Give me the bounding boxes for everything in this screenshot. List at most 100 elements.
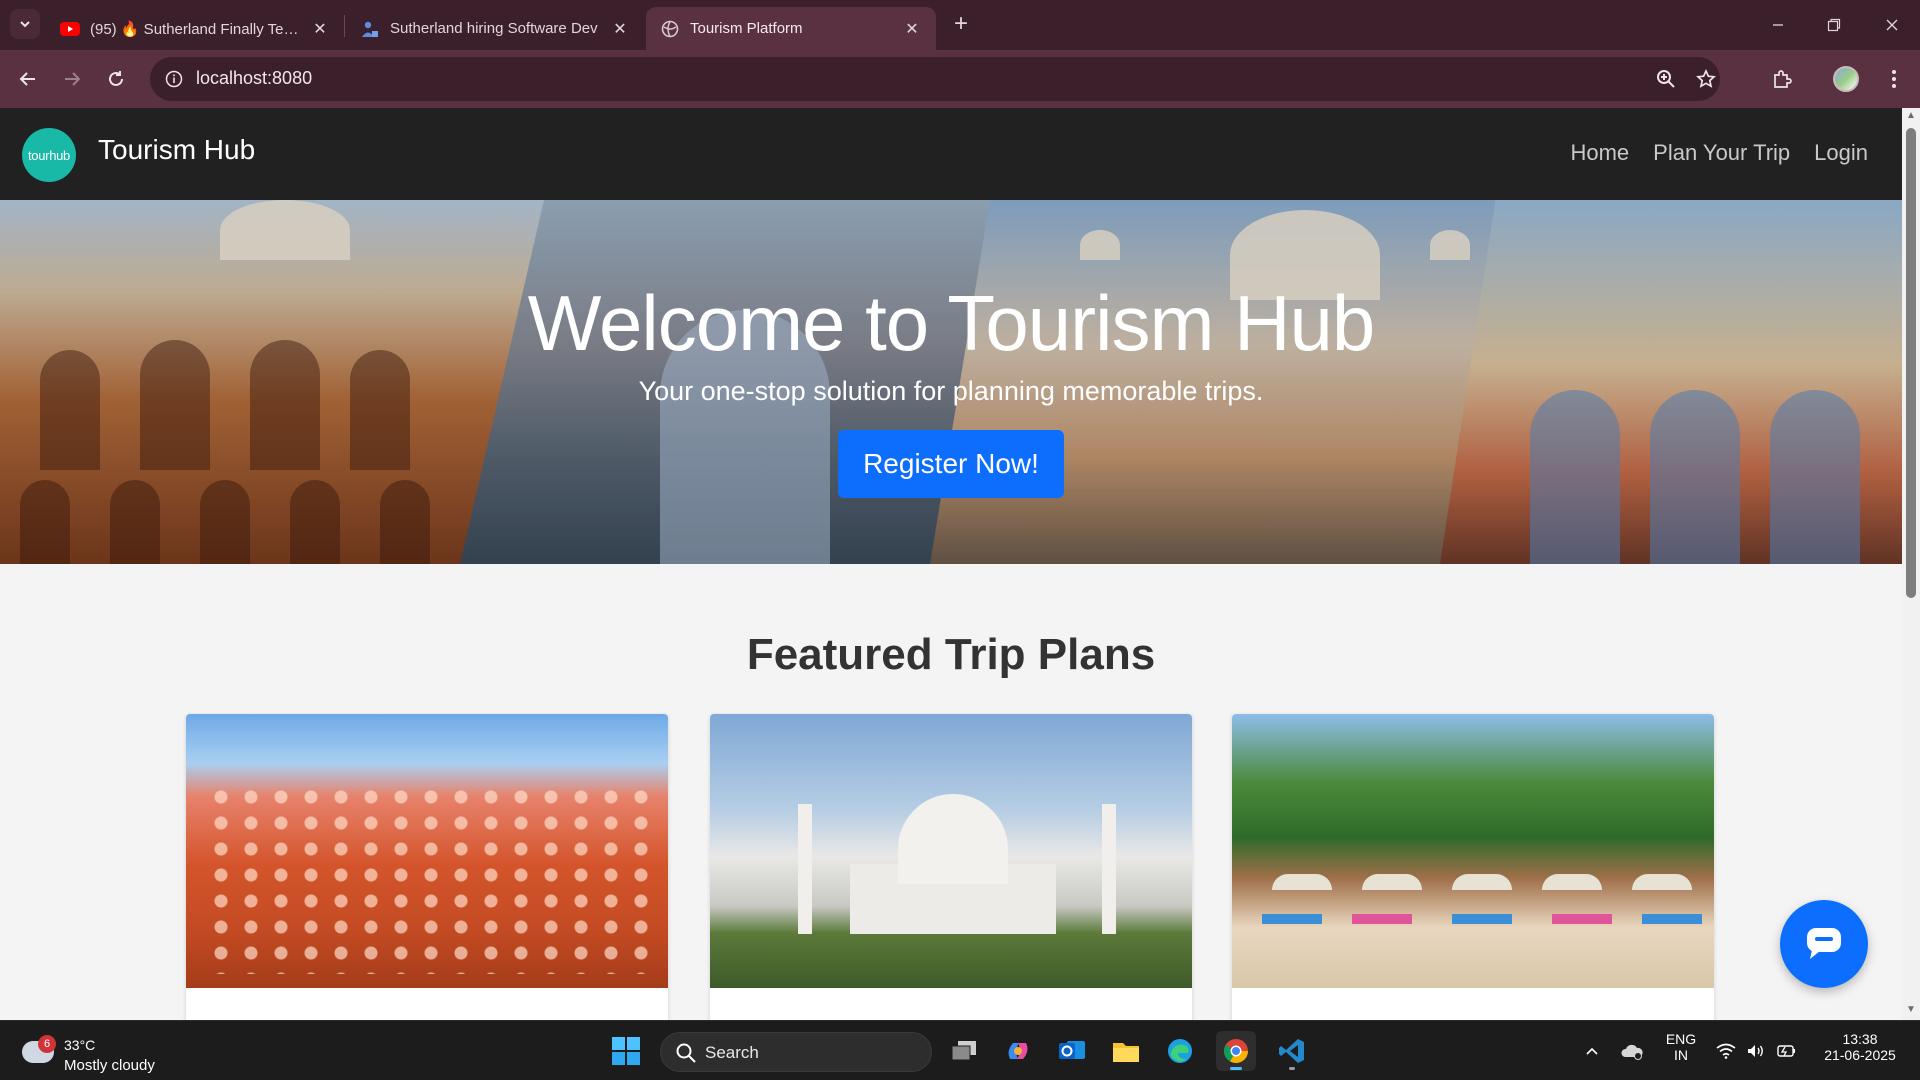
wifi-icon[interactable] [1714,1039,1738,1063]
trip-card-2[interactable] [710,714,1192,1020]
chevron-up-icon [1586,1047,1598,1055]
vscode-button[interactable] [1272,1031,1312,1071]
reload-icon [109,71,123,86]
taj-mahal-image [710,714,1192,988]
tab-title: Tourism Platform [690,20,803,37]
task-view-button[interactable] [944,1031,984,1071]
site-logo[interactable]: tourhub [22,128,76,182]
new-tab-button[interactable]: + [948,12,974,38]
nav-link-home[interactable]: Home [1570,140,1629,166]
clock-date: 21-06-2025 [1824,1047,1896,1063]
hero-banner: Welcome to Tourism Hub Your one-stop sol… [0,200,1902,564]
browser-tab-tourism[interactable]: Tourism Platform ✕ [646,7,936,50]
weather-temp: 33°C [64,1037,96,1053]
battery-icon[interactable] [1774,1039,1798,1063]
forward-button[interactable] [56,63,88,95]
weather-badge: 6 [38,1035,56,1053]
nav-link-plan-your-trip[interactable]: Plan Your Trip [1653,140,1790,166]
page-scrollbar[interactable]: ▲ ▼ [1902,108,1920,1020]
search-label: Search [705,1043,759,1062]
browser-tab-bar: (95) 🔥 Sutherland Finally Tech I ✕ Suthe… [0,0,1920,50]
tab-separator [344,15,345,37]
chat-bubble-icon [1807,928,1841,959]
edge-button[interactable] [1160,1031,1200,1071]
back-button[interactable] [12,63,44,95]
hawa-mahal-image [186,714,668,988]
windows-taskbar: 6 33°C Mostly cloudy Search ENG IN 13:38… [0,1020,1920,1080]
onedrive-icon[interactable] [1620,1039,1644,1063]
globe-icon [660,19,680,39]
kebab-menu-icon [1892,70,1896,88]
chrome-icon [1223,1039,1248,1064]
puzzle-icon [1774,70,1792,88]
browser-menu-button[interactable] [1878,63,1910,95]
folder-icon [1113,1043,1139,1062]
site-info-icon[interactable] [162,67,186,91]
tab-search-button[interactable] [10,9,40,39]
reload-button[interactable] [100,63,132,95]
taskbar-search[interactable]: Search [660,1032,932,1072]
trip-card-1[interactable] [186,714,668,1020]
weather-condition: Mostly cloudy [64,1057,155,1074]
outlook-button[interactable] [1052,1031,1092,1071]
restore-button[interactable] [1806,0,1862,50]
nav-link-login[interactable]: Login [1814,140,1868,166]
volume-icon[interactable] [1744,1039,1768,1063]
browser-tab-youtube[interactable]: (95) 🔥 Sutherland Finally Tech I ✕ [46,7,344,50]
scroll-up-arrow-icon[interactable]: ▲ [1905,110,1917,122]
chrome-button[interactable] [1216,1031,1256,1071]
minimize-icon [1773,24,1783,26]
linkedin-person-icon [360,19,380,39]
address-bar[interactable]: localhost:8080 [150,57,1720,101]
trip-card-3[interactable] [1232,714,1714,1020]
windows-logo-icon [612,1037,640,1065]
scrollbar-thumb[interactable] [1906,128,1916,598]
edge-icon [1168,1039,1192,1063]
weather-widget[interactable]: 6 33°C Mostly cloudy [20,1031,170,1074]
site-brand[interactable]: Tourism Hub [98,134,255,166]
scroll-down-arrow-icon[interactable]: ▼ [1905,1004,1917,1016]
youtube-icon [60,19,80,39]
vscode-icon [1279,1039,1304,1063]
extensions-button[interactable] [1766,63,1798,95]
close-icon[interactable]: ✕ [902,19,922,39]
outlook-icon [1059,1041,1085,1059]
bookmark-star-icon[interactable] [1694,67,1718,91]
close-window-button[interactable] [1864,0,1920,50]
active-indicator [1230,1067,1242,1070]
language-line1: ENG [1665,1031,1697,1047]
file-explorer-button[interactable] [1106,1031,1146,1071]
language-line2: IN [1674,1047,1688,1063]
close-icon[interactable]: ✕ [310,19,330,39]
chat-button[interactable] [1780,900,1868,988]
zoom-icon[interactable] [1654,67,1678,91]
browser-tab-linkedin[interactable]: Sutherland hiring Software Dev ✕ [346,7,644,50]
copilot-button[interactable] [998,1031,1038,1071]
minimize-button[interactable] [1750,0,1806,50]
site-navbar: tourhub Tourism Hub Home Plan Your Trip … [0,108,1902,200]
chevron-down-icon [20,21,30,28]
language-indicator[interactable]: ENG IN [1664,1031,1698,1063]
register-now-button[interactable]: Register Now! [838,430,1064,498]
featured-section-title: Featured Trip Plans [746,630,1156,679]
browser-toolbar: localhost:8080 [0,50,1920,108]
show-hidden-icons-button[interactable] [1580,1039,1604,1063]
start-button[interactable] [606,1031,646,1071]
goa-beach-image [1232,714,1714,988]
running-indicator [1289,1067,1295,1070]
close-icon [1886,19,1898,31]
url-text: localhost:8080 [196,68,313,88]
avatar [1833,66,1859,92]
tab-title: (95) 🔥 Sutherland Finally Tech I [90,20,302,38]
restore-icon [1827,18,1841,32]
site-nav-links: Home Plan Your Trip Login [1570,140,1868,166]
hero-subtitle: Your one-stop solution for planning memo… [638,376,1264,406]
arrow-left-icon [19,72,35,86]
clock[interactable]: 13:38 21-06-2025 [1810,1031,1910,1063]
close-icon[interactable]: ✕ [610,19,630,39]
arrow-right-icon [65,72,81,86]
search-icon [676,1043,696,1063]
hero-title: Welcome to Tourism Hub [527,279,1375,367]
tab-title: Sutherland hiring Software Dev [390,20,598,37]
profile-button[interactable] [1830,63,1862,95]
